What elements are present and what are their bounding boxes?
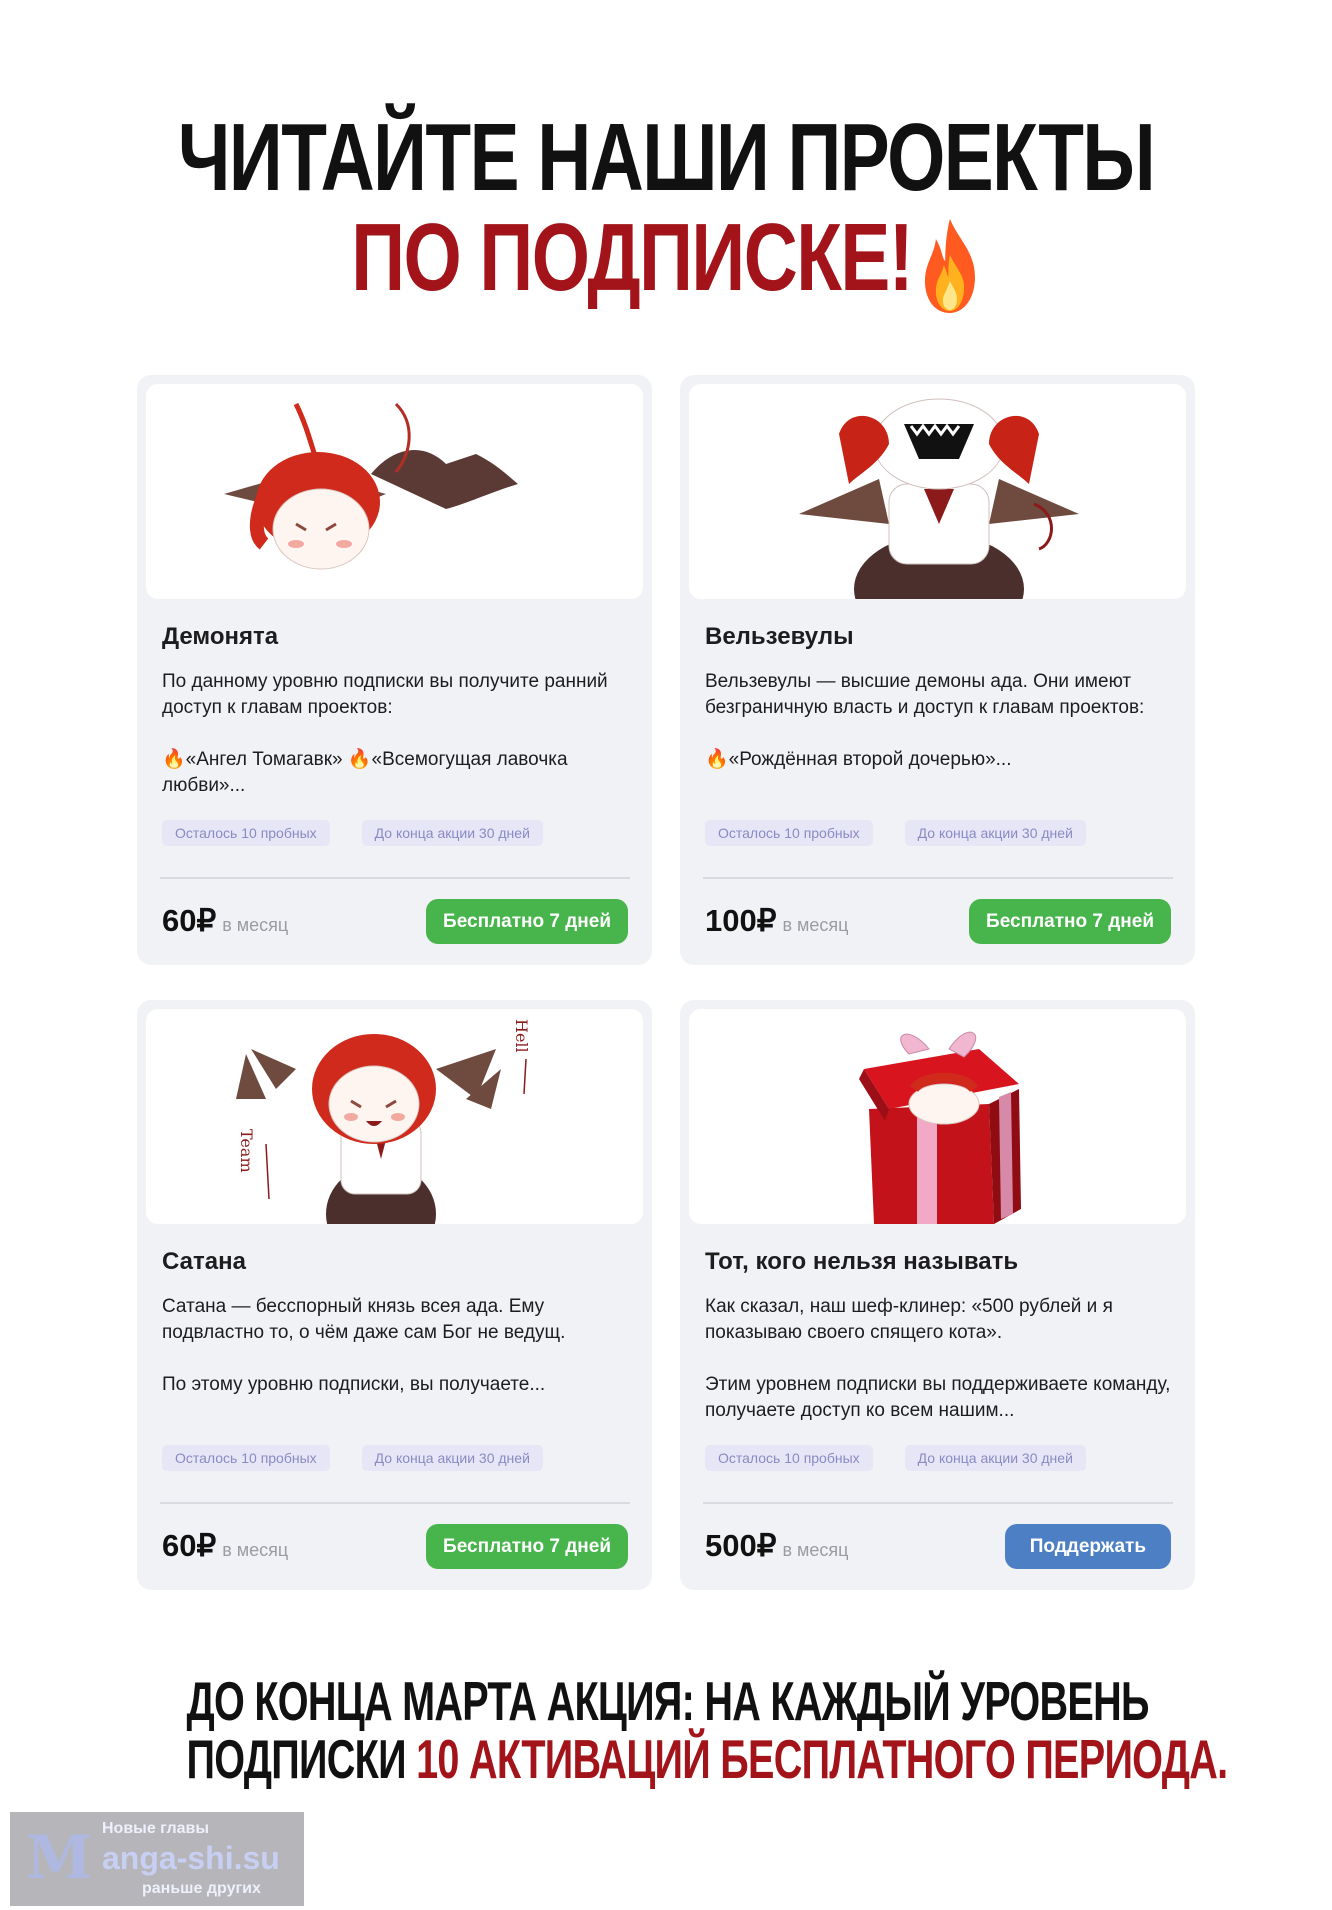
tier-description-paragraph: Этим уровнем подписки вы поддерживаете к… — [705, 1374, 1171, 1421]
tier-description: По данному уровню подписки вы получите р… — [162, 669, 632, 799]
tier-card-demonyata: Демонята По данному уровню подписки вы п… — [137, 375, 652, 965]
tier-description: Как сказал, наш шеф-клинер: «500 рублей … — [705, 1294, 1175, 1424]
trials-left-badge: Осталось 10 пробных — [705, 1445, 873, 1471]
promo-line-2: ПОДПИСКИ 10 АКТИВАЦИЙ БЕСПЛАТНОГО ПЕРИОД… — [186, 1728, 1228, 1790]
tier-description: Сатана — бесспорный князь всея ада. Ему … — [162, 1294, 632, 1398]
divider — [703, 877, 1173, 879]
divider — [160, 1502, 630, 1504]
tier-description-paragraph: Вельзевулы — высшие демоны ада. Они имею… — [705, 671, 1145, 718]
tier-description-paragraph: По этому уровню подписки, вы получаете..… — [162, 1374, 546, 1395]
promo-line-2-black: ПОДПИСКИ — [186, 1728, 406, 1790]
tier-card-unnamed: Тот, кого нельзя называть Как сказал, на… — [680, 1000, 1195, 1590]
promo-end-badge: До конца акции 30 дней — [361, 820, 543, 846]
tier-illustration — [146, 384, 643, 599]
promo-line-1: ДО КОНЦА МАРТА АКЦИЯ: НА КАЖДЫЙ УРОВЕНЬ — [186, 1670, 1149, 1732]
tier-description-paragraph: Как сказал, наш шеф-клинер: «500 рублей … — [705, 1296, 1113, 1343]
price-period: в месяц — [782, 1540, 849, 1560]
tier-price: 60₽ в месяц — [162, 1528, 288, 1564]
divider — [703, 1502, 1173, 1504]
tier-name: Тот, кого нельзя называть — [705, 1248, 1019, 1275]
promo-line-2-red: 10 АКТИВАЦИЙ БЕСПЛАТНОГО ПЕРИОДА. — [416, 1728, 1228, 1790]
tier-name: Вельзевулы — [705, 623, 854, 650]
promo-banner: ДО КОНЦА МАРТА АКЦИЯ: НА КАЖДЫЙ УРОВЕНЬ … — [0, 1672, 1332, 1788]
divider — [160, 877, 630, 879]
tier-tags: Осталось 10 пробных До конца акции 30 дн… — [162, 1445, 543, 1471]
tier-card-velzevuly: Вельзевулы Вельзевулы — высшие демоны ад… — [680, 375, 1195, 965]
fire-icon — [924, 218, 975, 313]
watermark-bottom-text: раньше других — [142, 1880, 261, 1897]
team-label: Team — [237, 1129, 256, 1173]
tier-description-paragraph: Сатана — бесспорный князь всея ада. Ему … — [162, 1296, 566, 1343]
tier-illustration: Team Hell — [146, 1009, 643, 1224]
promo-end-badge: До конца акции 30 дней — [904, 1445, 1086, 1471]
trials-left-badge: Осталось 10 пробных — [705, 820, 873, 846]
tier-price: 500₽ в месяц — [705, 1528, 848, 1564]
trials-left-badge: Осталось 10 пробных — [162, 820, 330, 846]
site-watermark[interactable]: M Новые главы anga-shi.su раньше других — [10, 1812, 304, 1906]
headline-line-2: ПО ПОДПИСКЕ! — [147, 208, 1186, 315]
headline-line-1: ЧИТАЙТЕ НАШИ ПРОЕКТЫ — [177, 104, 1156, 211]
tier-name: Демонята — [162, 623, 279, 650]
free-trial-button[interactable]: Бесплатно 7 дней — [969, 899, 1171, 944]
watermark-brand: anga-shi.su — [102, 1840, 280, 1876]
trials-left-badge: Осталось 10 пробных — [162, 1445, 330, 1471]
tier-description-paragraph: По данному уровню подписки вы получите р… — [162, 671, 608, 718]
tier-description-paragraph: 🔥«Ангел Томагавк» 🔥«Всемогущая лавочка л… — [162, 749, 568, 796]
price-period: в месяц — [222, 1540, 289, 1560]
price-period: в месяц — [782, 915, 849, 935]
tier-tags: Осталось 10 пробных До конца акции 30 дн… — [162, 820, 543, 846]
watermark-top-text: Новые главы — [102, 1820, 209, 1837]
tier-description-paragraph: 🔥«Рождённая второй дочерью»... — [705, 749, 1012, 770]
headline-line-2-text: ПО ПОДПИСКЕ! — [351, 204, 913, 311]
price-period: в месяц — [222, 915, 289, 935]
tier-name: Сатана — [162, 1248, 246, 1275]
promo-end-badge: До конца акции 30 дней — [361, 1445, 543, 1471]
promo-end-badge: До конца акции 30 дней — [904, 820, 1086, 846]
price-value: 60₽ — [162, 1528, 217, 1563]
tier-card-satana: Team Hell Сатана Сатана — бесспорный кня… — [137, 1000, 652, 1590]
free-trial-button[interactable]: Бесплатно 7 дней — [426, 899, 628, 944]
tier-description: Вельзевулы — высшие демоны ада. Они имею… — [705, 669, 1175, 773]
tier-tags: Осталось 10 пробных До конца акции 30 дн… — [705, 1445, 1086, 1471]
price-value: 100₽ — [705, 903, 777, 938]
page-headline: ЧИТАЙТЕ НАШИ ПРОЕКТЫ ПО ПОДПИСКЕ! — [0, 108, 1332, 315]
tier-illustration — [689, 1009, 1186, 1224]
tier-illustration — [689, 384, 1186, 599]
hell-label: Hell — [512, 1019, 531, 1053]
free-trial-button[interactable]: Бесплатно 7 дней — [426, 1524, 628, 1569]
tier-tags: Осталось 10 пробных До конца акции 30 дн… — [705, 820, 1086, 846]
support-button[interactable]: Поддержать — [1004, 1524, 1171, 1569]
tier-price: 60₽ в месяц — [162, 903, 288, 939]
tier-price: 100₽ в месяц — [705, 903, 848, 939]
price-value: 60₽ — [162, 903, 217, 938]
price-value: 500₽ — [705, 1528, 777, 1563]
watermark-logo-letter: M — [26, 1823, 93, 1893]
